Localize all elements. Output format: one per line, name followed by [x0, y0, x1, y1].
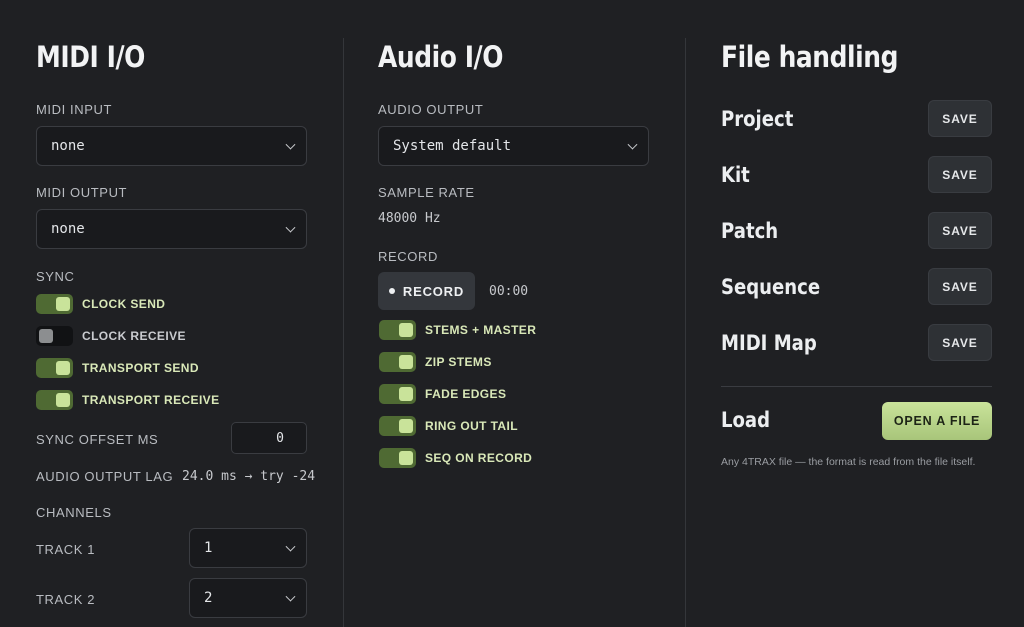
- toggle-ring-out-tail[interactable]: RING OUT TAIL: [379, 416, 518, 436]
- toggle-switch[interactable]: [379, 416, 416, 436]
- load-hint: Any 4TRAX file — the format is read from…: [721, 456, 976, 468]
- sync-offset-label: SYNC OFFSET MS: [36, 432, 159, 447]
- file-handling-heading: File handling: [721, 40, 899, 74]
- file-item-patch: Patch: [721, 219, 779, 243]
- midi-output-label: MIDI OUTPUT: [36, 185, 128, 200]
- track-2-label: TRACK 2: [36, 592, 96, 607]
- audio-io-panel: Audio I/O AUDIO OUTPUT System default SA…: [344, 0, 685, 627]
- toggle-zip-stems[interactable]: ZIP STEMS: [379, 352, 492, 372]
- audio-output-lag-value: 24.0 ms → try -24: [182, 469, 316, 484]
- toggle-label: SEQ ON RECORD: [425, 451, 533, 465]
- toggle-switch[interactable]: [36, 294, 73, 314]
- load-label: Load: [721, 408, 771, 432]
- file-item-kit: Kit: [721, 163, 750, 187]
- midi-io-heading: MIDI I/O: [36, 40, 145, 74]
- midi-input-label: MIDI INPUT: [36, 102, 113, 117]
- toggle-stems-master[interactable]: STEMS + MASTER: [379, 320, 536, 340]
- chevron-down-icon: [627, 139, 638, 150]
- section-divider: [721, 386, 992, 387]
- file-item-sequence: Sequence: [721, 275, 821, 299]
- record-button[interactable]: RECORD: [378, 272, 475, 310]
- sample-rate-label: SAMPLE RATE: [378, 185, 475, 200]
- save-patch-button[interactable]: SAVE: [928, 212, 992, 249]
- toggle-switch[interactable]: [36, 358, 73, 378]
- toggle-fade-edges[interactable]: FADE EDGES: [379, 384, 506, 404]
- chevron-down-icon: [285, 591, 296, 602]
- toggle-label: TRANSPORT RECEIVE: [82, 393, 220, 407]
- record-label: RECORD: [378, 249, 438, 264]
- toggle-transport-send[interactable]: TRANSPORT SEND: [36, 358, 199, 378]
- toggle-label: RING OUT TAIL: [425, 419, 518, 433]
- audio-io-heading: Audio I/O: [378, 40, 503, 74]
- toggle-label: TRANSPORT SEND: [82, 361, 199, 375]
- file-item-midi-map: MIDI Map: [721, 331, 817, 355]
- save-kit-button[interactable]: SAVE: [928, 156, 992, 193]
- track-1-channel-select[interactable]: 1: [189, 528, 307, 568]
- chevron-down-icon: [285, 541, 296, 552]
- audio-output-value: System default: [393, 138, 512, 154]
- file-handling-panel: File handling Project SAVE Kit SAVE Patc…: [686, 0, 1024, 627]
- open-file-button[interactable]: OPEN A FILE: [882, 402, 992, 440]
- midi-input-select[interactable]: none: [36, 126, 307, 166]
- chevron-down-icon: [285, 222, 296, 233]
- toggle-switch[interactable]: [379, 320, 416, 340]
- audio-output-select[interactable]: System default: [378, 126, 649, 166]
- track-1-label: TRACK 1: [36, 542, 96, 557]
- file-item-project: Project: [721, 107, 794, 131]
- toggle-label: CLOCK SEND: [82, 297, 166, 311]
- midi-output-value: none: [51, 221, 85, 237]
- toggle-transport-receive[interactable]: TRANSPORT RECEIVE: [36, 390, 219, 410]
- record-button-label: RECORD: [402, 283, 465, 299]
- toggle-switch[interactable]: [379, 384, 416, 404]
- audio-output-lag-label: AUDIO OUTPUT LAG: [36, 469, 174, 484]
- chevron-down-icon: [285, 139, 296, 150]
- toggle-clock-receive[interactable]: CLOCK RECEIVE: [36, 326, 186, 346]
- toggle-switch[interactable]: [379, 352, 416, 372]
- sync-offset-input[interactable]: 0: [231, 422, 307, 454]
- midi-io-panel: MIDI I/O MIDI INPUT none MIDI OUTPUT non…: [0, 0, 343, 627]
- toggle-clock-send[interactable]: CLOCK SEND: [36, 294, 165, 314]
- track-2-channel-value: 2: [204, 590, 213, 606]
- toggle-label: CLOCK RECEIVE: [82, 329, 186, 343]
- record-dot-icon: [388, 288, 395, 294]
- track-2-channel-select[interactable]: 2: [189, 578, 307, 618]
- sample-rate-value: 48000 Hz: [378, 211, 441, 226]
- midi-output-select[interactable]: none: [36, 209, 307, 249]
- audio-output-label: AUDIO OUTPUT: [378, 102, 484, 117]
- toggle-switch[interactable]: [36, 390, 73, 410]
- toggle-switch[interactable]: [379, 448, 416, 468]
- save-midi-map-button[interactable]: SAVE: [928, 324, 992, 361]
- toggle-seq-on-record[interactable]: SEQ ON RECORD: [379, 448, 532, 468]
- save-project-button[interactable]: SAVE: [928, 100, 992, 137]
- toggle-label: ZIP STEMS: [425, 355, 492, 369]
- toggle-label: STEMS + MASTER: [425, 323, 537, 337]
- midi-input-value: none: [51, 138, 85, 154]
- record-time: 00:00: [489, 284, 529, 299]
- save-sequence-button[interactable]: SAVE: [928, 268, 992, 305]
- track-1-channel-value: 1: [204, 540, 213, 556]
- sync-label: SYNC: [36, 269, 75, 284]
- toggle-switch[interactable]: [36, 326, 73, 346]
- toggle-label: FADE EDGES: [425, 387, 507, 401]
- channels-label: CHANNELS: [36, 505, 112, 520]
